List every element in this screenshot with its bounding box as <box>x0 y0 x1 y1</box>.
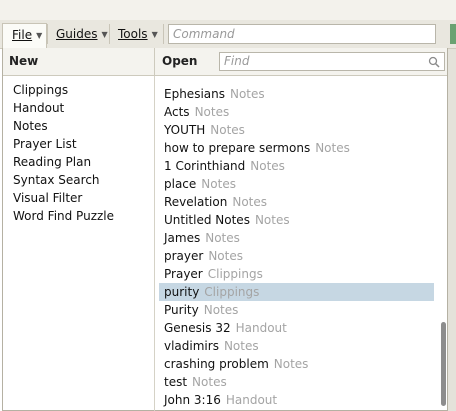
list-item[interactable]: 1 Corinthiand Notes <box>159 157 434 175</box>
new-item-prayer-list[interactable]: Prayer List <box>13 135 114 153</box>
new-section-header: New <box>3 48 154 76</box>
find-input[interactable]: Find <box>219 52 445 71</box>
item-name: Prayer <box>164 267 203 281</box>
item-name: Revelation <box>164 195 228 209</box>
item-name: John 3:16 <box>164 393 221 407</box>
new-item-clippings[interactable]: Clippings <box>13 81 114 99</box>
item-type: Notes <box>201 177 236 191</box>
item-name: YOUTH <box>164 123 206 137</box>
list-item[interactable]: how to prepare sermons Notes <box>159 139 434 157</box>
item-name: Untitled Notes <box>164 213 250 227</box>
list-item[interactable]: crashing problem Notes <box>159 355 434 373</box>
item-type: Notes <box>203 303 239 317</box>
search-icon <box>428 56 440 68</box>
item-name: vladimirs <box>164 339 219 353</box>
new-item-reading-plan[interactable]: Reading Plan <box>13 153 114 171</box>
list-item[interactable]: prayer Notes <box>159 247 434 265</box>
file-menu-button[interactable]: File ▼ <box>2 23 47 49</box>
chevron-down-icon: ▼ <box>151 30 158 39</box>
item-name: James <box>164 231 201 245</box>
item-type: Clippings <box>207 267 263 281</box>
list-item[interactable]: vladimirs Notes <box>159 337 434 355</box>
column-divider <box>154 76 155 411</box>
item-type: Notes <box>205 231 240 245</box>
item-name: place <box>164 177 197 191</box>
list-item[interactable]: test Notes <box>159 373 434 391</box>
new-header-label: New <box>9 54 39 68</box>
item-type: Notes <box>273 357 309 371</box>
list-item[interactable]: Purity Notes <box>159 301 434 319</box>
item-type: Notes <box>229 87 265 101</box>
chevron-down-icon: ▼ <box>36 31 43 40</box>
open-list[interactable]: Ephesians Notes Acts Notes YOUTH Notes how to … <box>158 76 434 411</box>
list-item[interactable]: YOUTH Notes <box>159 121 434 139</box>
item-name: prayer <box>164 249 204 263</box>
new-list: Clippings Handout Notes Prayer List Read… <box>13 81 114 225</box>
item-name: Ephesians <box>164 87 225 101</box>
list-item[interactable]: Prayer Clippings <box>159 265 434 283</box>
file-menu-label: File <box>12 28 33 42</box>
item-type: Handout <box>225 393 278 407</box>
list-item[interactable]: Revelation Notes <box>159 193 434 211</box>
list-item[interactable]: James Notes <box>159 229 434 247</box>
tools-menu-label: Tools <box>118 27 148 41</box>
item-name: crashing problem <box>164 357 269 371</box>
background-edge <box>448 49 456 411</box>
item-name: Genesis 32 <box>164 321 231 335</box>
item-name: test <box>164 375 188 389</box>
title-strip <box>0 0 456 20</box>
scrollbar[interactable] <box>439 76 447 411</box>
list-item[interactable]: Ephesians Notes <box>159 85 434 103</box>
item-type: Notes <box>254 213 290 227</box>
open-section-header: Open Find <box>154 48 447 76</box>
open-header-label: Open <box>162 54 198 68</box>
item-type: Notes <box>315 141 350 155</box>
menu-separator <box>163 24 164 44</box>
item-type: Notes <box>192 375 227 389</box>
item-type: Notes <box>194 105 230 119</box>
panel-tab[interactable] <box>450 24 456 44</box>
list-item[interactable]: John 3:16 Handout <box>159 391 434 409</box>
item-type: Clippings <box>204 285 260 299</box>
item-type: Handout <box>235 321 287 335</box>
new-item-word-find-puzzle[interactable]: Word Find Puzzle <box>13 207 114 225</box>
item-name: Acts <box>164 105 190 119</box>
list-item[interactable]: Genesis 32 Handout <box>159 319 434 337</box>
item-type: Notes <box>208 249 243 263</box>
guides-menu-button[interactable]: Guides ▼ <box>47 23 109 45</box>
toolbar: File ▼ Guides ▼ Tools ▼ Command <box>0 0 456 49</box>
file-dropdown-panel: New Open Find Clippings Handout Notes Pr… <box>2 48 448 411</box>
scrollbar-thumb[interactable] <box>441 322 446 406</box>
new-item-handout[interactable]: Handout <box>13 99 114 117</box>
list-item[interactable]: place Notes <box>159 175 434 193</box>
command-input[interactable]: Command <box>168 24 436 44</box>
item-type: Notes <box>223 339 259 353</box>
new-item-syntax-search[interactable]: Syntax Search <box>13 171 114 189</box>
new-item-notes[interactable]: Notes <box>13 117 114 135</box>
item-type: Notes <box>250 159 285 173</box>
item-name: purity <box>164 285 200 299</box>
list-item[interactable]: Acts Notes <box>159 103 434 121</box>
new-item-visual-filter[interactable]: Visual Filter <box>13 189 114 207</box>
item-name: how to prepare sermons <box>164 141 311 155</box>
guides-menu-label: Guides <box>56 27 98 41</box>
item-type: Notes <box>210 123 245 137</box>
item-name: Purity <box>164 303 199 317</box>
find-placeholder: Find <box>224 54 250 68</box>
tools-menu-button[interactable]: Tools ▼ <box>109 23 162 45</box>
list-item-selected[interactable]: purity Clippings <box>159 283 434 301</box>
list-item[interactable]: Untitled Notes Notes <box>159 211 434 229</box>
chevron-down-icon: ▼ <box>101 30 108 39</box>
item-type: Notes <box>232 195 268 209</box>
item-name: 1 Corinthiand <box>164 159 246 173</box>
